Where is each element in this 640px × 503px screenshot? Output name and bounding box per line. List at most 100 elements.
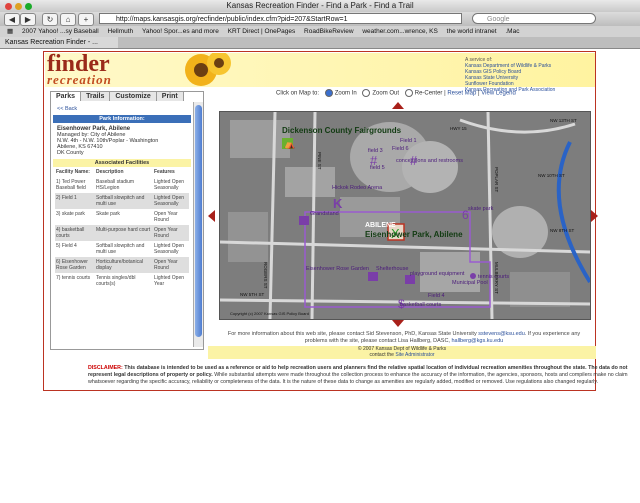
address-bar[interactable]: http://maps.kansasgis.org/recfinder/publ…: [99, 13, 462, 24]
app-frame: finder recreation A service of: Kansas D…: [43, 51, 628, 391]
shelter-marker[interactable]: [368, 272, 378, 281]
close-window-icon[interactable]: [5, 3, 12, 10]
bookmark-item[interactable]: Hellmuth: [108, 28, 134, 35]
zoom-window-icon[interactable]: [25, 3, 32, 10]
pan-north-arrow[interactable]: [392, 102, 404, 109]
aerial-map[interactable]: ⛺ K # # X 6 $ Dickenson County Fairgroun…: [220, 112, 590, 319]
scrollbar-thumb[interactable]: [195, 105, 202, 337]
street-label: NW 10TH ST: [538, 173, 565, 178]
bookmark-icon: ▦: [7, 28, 14, 35]
street-label: NW 8TH ST: [550, 228, 575, 233]
map-label-hickok: Hickok Rodeo Arena: [332, 185, 383, 191]
table-row[interactable]: 6) Eisenhower Rose Garden Horticulture/b…: [55, 257, 189, 273]
street-label: HWY 15: [450, 126, 467, 131]
page-content: finder recreation A service of: Kansas D…: [0, 49, 640, 503]
back-button[interactable]: ◀: [4, 13, 20, 26]
tab-parks[interactable]: Parks: [51, 92, 82, 101]
browser-tab[interactable]: Kansas Recreation Finder - ...: [0, 37, 118, 48]
facility-desc: Tennis singles/dbl courts(s): [96, 275, 136, 287]
facility-desc: Skate park: [96, 211, 120, 217]
column-header: Facility Name:: [56, 169, 90, 175]
map-view[interactable]: ⛺ K # # X 6 $ Dickenson County Fairgroun…: [219, 111, 591, 320]
bookmark-item[interactable]: the world intranet: [447, 28, 497, 35]
back-arrow-icon: ◀: [8, 15, 16, 24]
banner: finder recreation A service of: Kansas D…: [45, 51, 595, 93]
facility-features: Lighted Open Seasonally: [153, 193, 189, 209]
browser-tabbar: Kansas Recreation Finder - ...: [0, 37, 640, 49]
table-row[interactable]: 4) basketball courts Multi-purpose hard …: [55, 225, 189, 241]
search-field[interactable]: Google: [472, 13, 596, 24]
tab-print[interactable]: Print: [156, 92, 184, 101]
table-row[interactable]: 2) Field 1 Softball slowpitch and multi …: [55, 193, 189, 209]
map-label-park: Eisenhower Park, Abilene: [365, 230, 463, 239]
pan-south-arrow[interactable]: [392, 320, 404, 327]
map-label-field5: field 5: [370, 165, 385, 171]
map-label-field6: Field 6: [392, 146, 409, 152]
back-link[interactable]: << Back: [57, 106, 193, 112]
bookmark-item[interactable]: .Mac: [505, 28, 519, 35]
contact-email2-link[interactable]: hallberg@kgs.ku.edu: [451, 338, 503, 344]
map-label-skate: skate park: [468, 206, 494, 212]
minimize-window-icon[interactable]: [15, 3, 22, 10]
finder-logo: finder recreation: [47, 51, 159, 87]
bookmark-item[interactable]: 2007 Yahoo! ...sy Baseball: [22, 28, 99, 35]
rodeo-marker[interactable]: K: [333, 196, 343, 211]
map-label-abilene: ABILENE: [365, 222, 396, 229]
site-admin-link[interactable]: Site Administrator: [395, 352, 434, 358]
pan-east-arrow[interactable]: [591, 210, 598, 222]
bookmark-item[interactable]: Yahoo! Spor...es and more: [142, 28, 219, 35]
view-legend-link[interactable]: View Legend: [481, 91, 516, 97]
map-label-grandstand: Grandstand: [310, 211, 339, 217]
street-label: NW 13TH ST: [550, 118, 577, 123]
logo-line1: finder: [47, 51, 110, 77]
zoom-in-radio[interactable]: [324, 89, 333, 97]
window-title: Kansas Recreation Finder - Find a Park -…: [226, 1, 414, 10]
tab-trails[interactable]: Trails: [81, 92, 111, 101]
home-button[interactable]: ⌂: [60, 13, 76, 26]
table-row[interactable]: 7) tennis courts Tennis singles/dbl cour…: [55, 273, 189, 289]
map-label-pool: Municipal Pool: [452, 280, 488, 286]
street-label: PINE ST: [317, 152, 322, 170]
facility-name: 5) Field 4: [56, 243, 77, 249]
bookmark-item[interactable]: weather.com...wrence, KS: [362, 28, 438, 35]
forward-button[interactable]: ▶: [20, 13, 36, 26]
logo-line2: recreation: [47, 72, 112, 87]
panel-scroll-area[interactable]: << Back Park Information: Eisenhower Par…: [51, 102, 193, 347]
table-row[interactable]: 1) Ted Power Baseball field Baseball sta…: [55, 177, 189, 193]
reset-map-link[interactable]: Reset Map: [447, 91, 476, 97]
search-placeholder: Google: [487, 16, 510, 23]
facility-name: 6) Eisenhower Rose Garden: [55, 257, 95, 273]
map-copyright: Copyright (c) 2007 Kansas GIS Policy Boa…: [230, 311, 309, 316]
panel-scrollbar[interactable]: [193, 102, 203, 347]
facility-desc: Softball slowpitch and multi use: [96, 243, 145, 255]
partners-list: A service of: Kansas Department of Wildl…: [465, 57, 591, 93]
table-row[interactable]: 3) skate park Skate park Open Year Round: [55, 209, 189, 225]
facility-desc: Softball slowpitch and multi use: [95, 193, 153, 209]
bookmark-item[interactable]: KRT Direct | OnePages: [228, 28, 296, 35]
add-bookmark-button[interactable]: +: [78, 13, 94, 26]
grandstand-marker[interactable]: [299, 216, 309, 225]
facility-name: 2) Field 1: [55, 193, 95, 209]
street-label: ROGERS ST: [263, 262, 268, 289]
table-row[interactable]: 5) Field 4 Softball slowpitch and multi …: [55, 241, 189, 257]
zoom-out-radio[interactable]: [362, 89, 371, 97]
recenter-radio[interactable]: [404, 89, 413, 97]
click-on-map-label: Click on Map to:: [276, 90, 320, 97]
contact-email-link[interactable]: sstevens@ksu.edu: [478, 331, 525, 337]
contact-info: For more information about this web site…: [219, 331, 589, 345]
map-label-concessions: concessions and restrooms: [396, 158, 463, 164]
pan-west-arrow[interactable]: [208, 210, 215, 222]
tennis-marker[interactable]: [470, 273, 476, 279]
facility-name: 1) Ted Power Baseball field: [56, 179, 86, 191]
facility-desc: Multi-purpose hard court: [95, 225, 153, 241]
tab-customize[interactable]: Customize: [110, 92, 157, 101]
park-info: Eisenhower Park, Abilene Managed by: Cit…: [51, 123, 193, 159]
reload-button[interactable]: ↻: [42, 13, 58, 26]
browser-toolbar: ◀ ▶ ↻ ⌂ + http://maps.kansasgis.org/recf…: [0, 12, 640, 26]
reload-icon: ↻: [46, 15, 54, 24]
disclaimer: DISCLAIMER: This database is intended to…: [88, 365, 636, 386]
park-info-header: Park Information:: [53, 115, 191, 123]
map-label-tennis: tennis courts: [478, 274, 509, 280]
bookmark-item[interactable]: RoadBikeReview: [304, 28, 354, 35]
forward-arrow-icon: ▶: [24, 15, 32, 24]
